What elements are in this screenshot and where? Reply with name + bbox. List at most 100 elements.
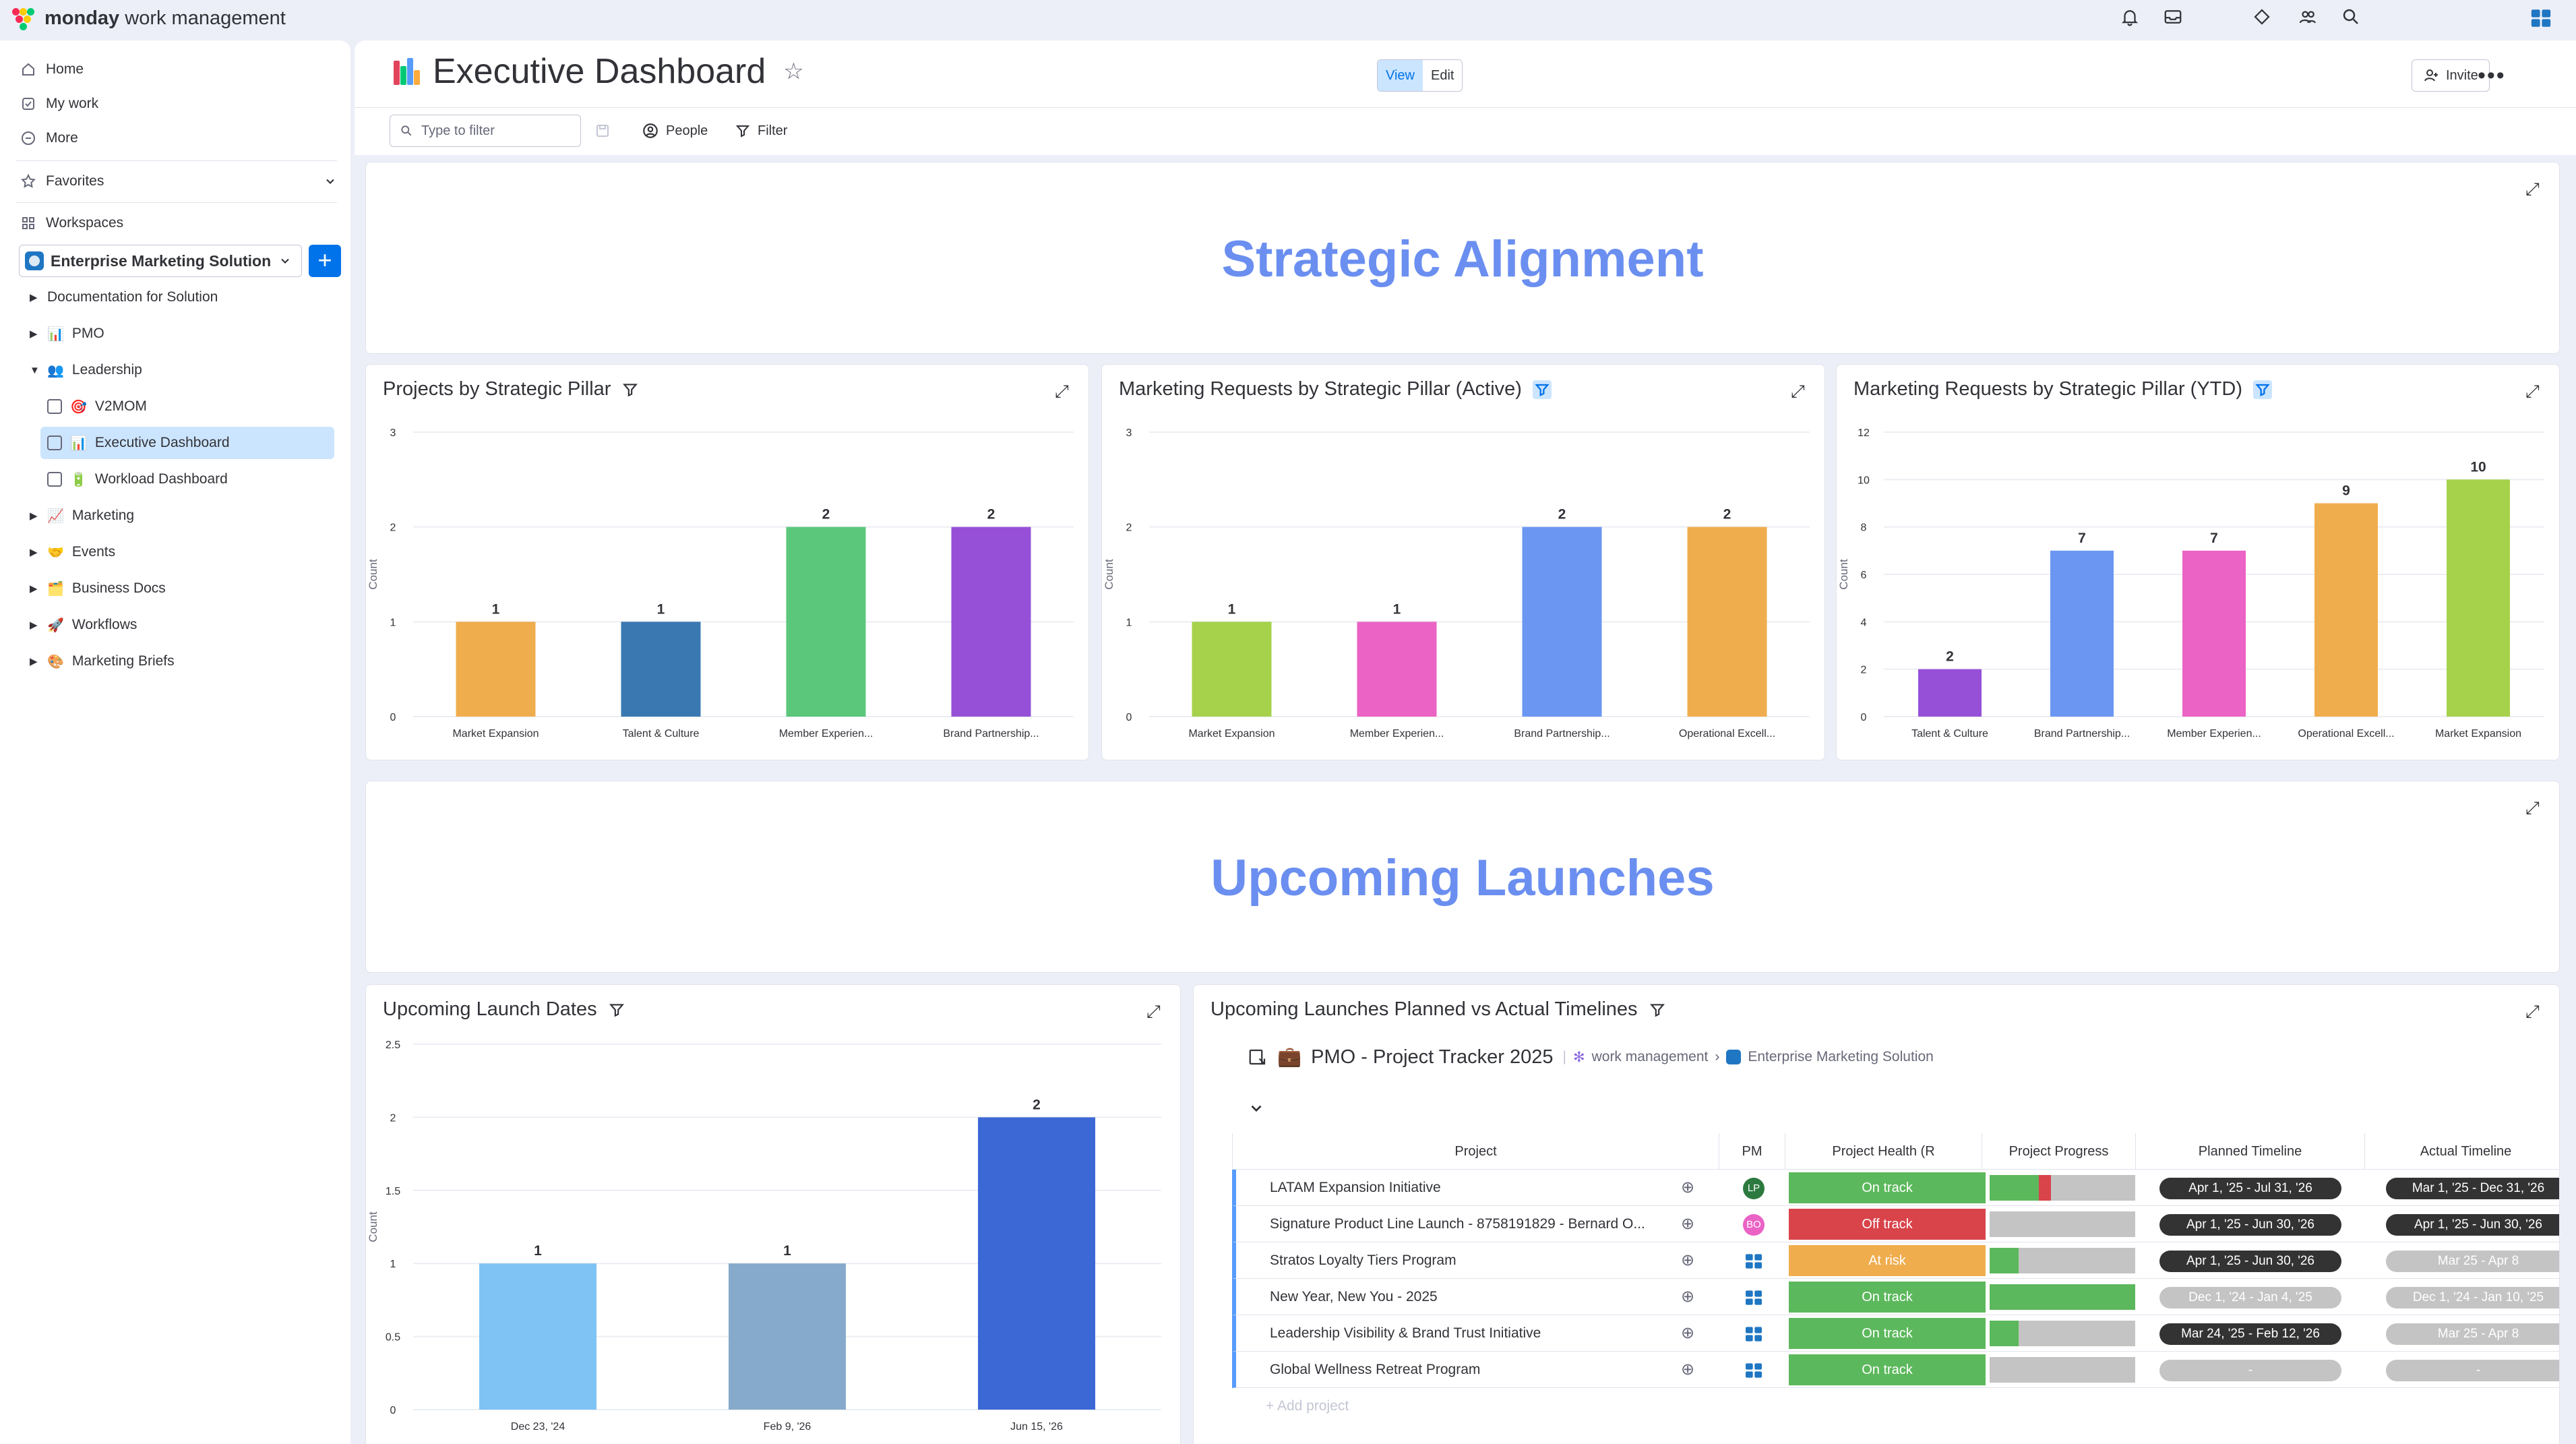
add-update-icon[interactable]: ⊕ — [1681, 1242, 1708, 1279]
column-header[interactable]: PM — [1719, 1133, 1785, 1170]
planned-timeline[interactable]: Apr 1, '25 - Jun 30, '26 — [2159, 1214, 2341, 1236]
column-header[interactable]: Project — [1232, 1133, 1719, 1170]
table-row[interactable]: Stratos Loyalty Tiers Program ⊕ At risk Apr… — [1232, 1242, 2559, 1279]
health-status[interactable]: On track — [1789, 1354, 1986, 1385]
add-update-icon[interactable]: ⊕ — [1681, 1279, 1708, 1315]
planned-timeline[interactable]: Mar 24, '25 - Feb 12, '26 — [2159, 1323, 2341, 1345]
tree-item-pmo[interactable]: ▶ 📊 PMO — [30, 318, 104, 350]
breadcrumb-product[interactable]: work management — [1592, 1049, 1709, 1065]
table-row[interactable]: New Year, New You - 2025 ⊕ On track Dec 1, … — [1232, 1279, 2559, 1315]
inbox-icon[interactable] — [2161, 7, 2185, 31]
tree-item-v2mom[interactable]: 🎯 V2MOM — [47, 390, 147, 423]
health-status[interactable]: Off track — [1789, 1209, 1986, 1240]
nav-home[interactable]: Home — [20, 54, 84, 85]
pm-avatar[interactable] — [1743, 1279, 1770, 1315]
people-filter-button[interactable]: People — [642, 115, 708, 147]
planned-timeline[interactable]: - — [2159, 1360, 2341, 1381]
chart-widget-requests-active[interactable]: Marketing Requests by Strategic Pillar (… — [1101, 364, 1825, 760]
chart-widget-requests-ytd[interactable]: Marketing Requests by Strategic Pillar (… — [1836, 364, 2560, 760]
planned-timeline[interactable]: Apr 1, '25 - Jun 30, '26 — [2159, 1251, 2341, 1272]
filter-search-input[interactable]: Type to filter — [390, 115, 581, 147]
search-icon[interactable] — [2339, 7, 2363, 31]
filter-button[interactable]: Filter — [735, 115, 787, 147]
tree-item-workload-dashboard[interactable]: 🔋 Workload Dashboard — [47, 463, 228, 495]
project-name[interactable]: LATAM Expansion Initiative — [1270, 1170, 1647, 1206]
pm-avatar[interactable]: BO — [1743, 1206, 1770, 1242]
add-update-icon[interactable]: ⊕ — [1681, 1170, 1708, 1206]
column-header[interactable]: Planned Timeline — [2135, 1133, 2364, 1170]
health-status[interactable]: On track — [1789, 1282, 1986, 1313]
table-row[interactable]: Global Wellness Retreat Program ⊕ On track… — [1232, 1352, 2559, 1388]
bell-icon[interactable] — [2118, 7, 2142, 31]
apps-grid-icon[interactable] — [2529, 7, 2553, 31]
save-filter-icon[interactable] — [594, 115, 611, 147]
pm-avatar[interactable]: LP — [1743, 1170, 1770, 1206]
add-item-button[interactable]: + — [309, 245, 341, 277]
project-name[interactable]: New Year, New You - 2025 — [1270, 1279, 1647, 1315]
actual-timeline[interactable]: Mar 25 - Apr 8 — [2386, 1251, 2559, 1272]
invite-members-icon[interactable] — [2296, 7, 2320, 31]
text-widget-strategic[interactable]: Strategic Alignment ⤢ — [365, 162, 2560, 354]
favorites-toggle[interactable]: Favorites — [20, 166, 337, 197]
y-axis-label: Count — [367, 559, 379, 590]
workspaces-link[interactable]: Workspaces — [20, 208, 123, 239]
table-row[interactable]: Signature Product Line Launch - 87581918… — [1232, 1206, 2559, 1242]
table-row[interactable]: Leadership Visibility & Brand Trust Init… — [1232, 1315, 2559, 1352]
actual-timeline[interactable]: Mar 1, '25 - Dec 31, '26 — [2386, 1178, 2559, 1199]
health-status[interactable]: At risk — [1789, 1245, 1986, 1276]
expand-icon[interactable]: ⤢ — [2525, 799, 2540, 816]
monday-logo[interactable]: monday work management — [11, 5, 286, 31]
tree-item-documentation[interactable]: ▶ Documentation for Solution — [30, 281, 218, 313]
actual-timeline[interactable]: Apr 1, '25 - Jun 30, '26 — [2386, 1214, 2559, 1236]
tree-item-executive-dashboard[interactable]: 📊 Executive Dashboard — [40, 427, 334, 459]
tree-item-events[interactable]: ▶ 🤝 Events — [30, 536, 115, 568]
nav-more[interactable]: More — [20, 123, 78, 154]
board-link-icon[interactable] — [1248, 1047, 1268, 1067]
chart-widget-projects-by-pillar[interactable]: Projects by Strategic Pillar ⤢ 0 1 2 3 Count… — [365, 364, 1089, 760]
pm-avatar[interactable] — [1743, 1352, 1770, 1388]
table-widget-launch-timelines[interactable]: Upcoming Launches Planned vs Actual Time… — [1193, 984, 2560, 1444]
view-button[interactable]: View — [1378, 60, 1423, 91]
board-name[interactable]: PMO - Project Tracker 2025 — [1311, 1046, 1553, 1069]
column-header[interactable]: Project Progress — [1982, 1133, 2135, 1170]
apps-icon[interactable] — [2250, 7, 2274, 31]
expand-icon[interactable]: ⤢ — [2525, 180, 2540, 198]
project-name[interactable]: Signature Product Line Launch - 87581918… — [1270, 1206, 1647, 1242]
project-name[interactable]: Global Wellness Retreat Program — [1270, 1352, 1647, 1388]
tree-item-marketing-briefs[interactable]: ▶ 🎨 Marketing Briefs — [30, 645, 175, 678]
pm-avatar[interactable] — [1743, 1315, 1770, 1352]
chart-widget-launch-dates[interactable]: Upcoming Launch Dates ⤢ 0 0.5 1 1.5 2 2.5 Coun… — [365, 984, 1181, 1444]
actual-timeline[interactable]: - — [2386, 1360, 2559, 1381]
actual-timeline[interactable]: Dec 1, '24 - Jan 10, '25 — [2386, 1287, 2559, 1308]
breadcrumb-workspace[interactable]: Enterprise Marketing Solution — [1748, 1049, 1933, 1065]
column-header[interactable]: Actual Timeline — [2364, 1133, 2559, 1170]
pm-avatar[interactable] — [1743, 1242, 1770, 1279]
expand-icon[interactable]: ⤢ — [2525, 1002, 2540, 1020]
add-update-icon[interactable]: ⊕ — [1681, 1315, 1708, 1352]
text-widget-launches[interactable]: Upcoming Launches ⤢ — [365, 781, 2560, 973]
planned-timeline[interactable]: Dec 1, '24 - Jan 4, '25 — [2159, 1287, 2341, 1308]
tree-item-business-docs[interactable]: ▶ 🗂️ Business Docs — [30, 572, 166, 605]
more-options-icon[interactable]: ••• — [2478, 59, 2506, 92]
add-update-icon[interactable]: ⊕ — [1681, 1352, 1708, 1388]
data-label: 2 — [1558, 507, 1566, 522]
favorite-star-icon[interactable]: ☆ — [783, 58, 803, 85]
health-status[interactable]: On track — [1789, 1318, 1986, 1349]
tree-item-workflows[interactable]: ▶ 🚀 Workflows — [30, 609, 137, 641]
filter-icon[interactable] — [1649, 1001, 1666, 1019]
column-header[interactable]: Project Health (R — [1785, 1133, 1982, 1170]
group-collapse-chevron-icon[interactable] — [1248, 1100, 1265, 1120]
table-row[interactable]: LATAM Expansion Initiative ⊕ LP On track Apr… — [1232, 1170, 2559, 1206]
add-update-icon[interactable]: ⊕ — [1681, 1206, 1708, 1242]
planned-timeline[interactable]: Apr 1, '25 - Jul 31, '26 — [2159, 1178, 2341, 1199]
actual-timeline[interactable]: Mar 25 - Apr 8 — [2386, 1323, 2559, 1345]
add-project-input[interactable]: + Add project — [1266, 1388, 1535, 1424]
tree-item-leadership[interactable]: ▼ 👥 Leadership — [30, 354, 142, 386]
nav-my-work[interactable]: My work — [20, 88, 98, 119]
project-name[interactable]: Leadership Visibility & Brand Trust Init… — [1270, 1315, 1647, 1352]
tree-item-marketing[interactable]: ▶ 📈 Marketing — [30, 500, 134, 532]
workspace-selector[interactable]: Enterprise Marketing Solution — [19, 245, 302, 277]
project-name[interactable]: Stratos Loyalty Tiers Program — [1270, 1242, 1647, 1279]
edit-button[interactable]: Edit — [1423, 60, 1462, 91]
health-status[interactable]: On track — [1789, 1172, 1986, 1203]
